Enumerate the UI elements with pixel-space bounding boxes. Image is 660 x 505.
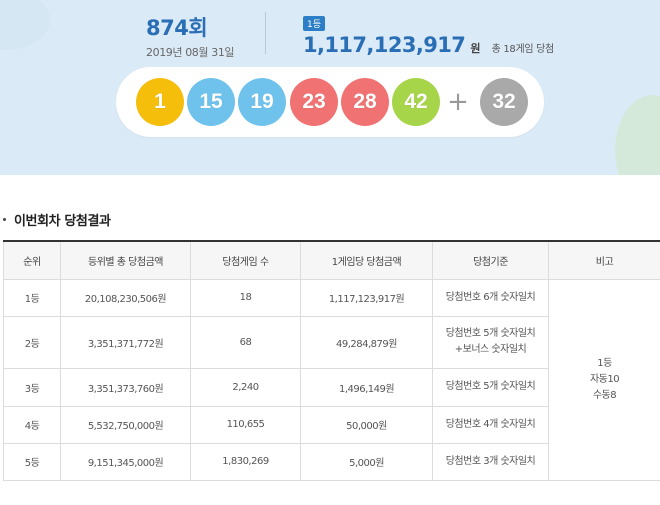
- column-header: 당첨게임 수: [190, 240, 301, 280]
- criteria-cell: 당첨번호 6개 숫자일치: [432, 278, 549, 317]
- first-prize-info: 1등 1,117,123,917 원 총 18게임 당첨: [303, 12, 554, 57]
- draw-number: 874회: [146, 16, 208, 40]
- per-game-prize-cell: 50,000원: [300, 405, 433, 444]
- draw-result-banner: 874회 2019년 08월 31일 1등 1,117,123,917 원 총 …: [0, 0, 660, 175]
- total-prize-cell: 3,351,373,760원: [60, 367, 191, 407]
- plus-icon: +: [447, 87, 469, 117]
- game-count-cell: 2,240: [190, 367, 301, 407]
- per-game-prize-cell: 49,284,879원: [300, 315, 433, 369]
- game-count-cell: 110,655: [190, 405, 301, 444]
- lotto-ball: 1: [136, 78, 184, 126]
- lotto-ball: 15: [187, 78, 235, 126]
- results-table: 순위 등위별 총 당첨금액 당첨게임 수 1게임당 당첨금액 당첨기준 비고 1…: [3, 240, 660, 481]
- column-header: 비고: [548, 240, 660, 280]
- table-header-row: 순위 등위별 총 당첨금액 당첨게임 수 1게임당 당첨금액 당첨기준 비고: [3, 240, 660, 280]
- bonus-ball: 32: [480, 78, 528, 126]
- lotto-ball: 19: [238, 78, 286, 126]
- game-count-cell: 18: [190, 278, 301, 317]
- rank-cell: 3등: [3, 367, 61, 407]
- criteria-cell: 당첨번호 5개 숫자일치 +보너스 숫자일치: [432, 315, 549, 369]
- lotto-ball: 28: [341, 78, 389, 126]
- draw-info: 874회 2019년 08월 31일: [146, 12, 235, 60]
- lotto-ball: 42: [392, 78, 440, 126]
- remarks-cell: 1등 자동10 수동8: [548, 278, 660, 481]
- total-prize-cell: 5,532,750,000원: [60, 405, 191, 444]
- column-header: 1게임당 당첨금액: [300, 240, 433, 280]
- total-prize-cell: 3,351,371,772원: [60, 315, 191, 369]
- per-game-prize-cell: 1,496,149원: [300, 367, 433, 407]
- total-prize-cell: 20,108,230,506원: [60, 278, 191, 317]
- winner-count-note: 총 18게임 당첨: [491, 44, 555, 55]
- first-prize-amount: 1,117,123,917: [303, 33, 466, 57]
- criteria-cell: 당첨번호 3개 숫자일치: [432, 442, 549, 481]
- column-header: 순위: [3, 240, 61, 280]
- currency-unit: 원: [470, 42, 481, 55]
- game-count-cell: 1,830,269: [190, 442, 301, 481]
- criteria-cell: 당첨번호 5개 숫자일치: [432, 367, 549, 407]
- criteria-cell: 당첨번호 4개 숫자일치: [432, 405, 549, 444]
- rank-cell: 4등: [3, 405, 61, 444]
- divider: [265, 12, 266, 54]
- rank-cell: 5등: [3, 442, 61, 481]
- bullet-icon: [3, 218, 6, 221]
- rank-badge: 1등: [303, 16, 326, 31]
- decorative-shape: [615, 95, 660, 175]
- column-header: 등위별 총 당첨금액: [60, 240, 191, 280]
- lotto-ball: 23: [290, 78, 338, 126]
- section-title: 이번회차 당첨결과: [3, 210, 111, 229]
- draw-date: 2019년 08월 31일: [146, 46, 235, 59]
- decorative-shape: [0, 0, 50, 50]
- per-game-prize-cell: 5,000원: [300, 442, 433, 481]
- total-prize-cell: 9,151,345,000원: [60, 442, 191, 481]
- winning-numbers: 1 15 19 23 28 42 + 32: [116, 67, 544, 137]
- game-count-cell: 68: [190, 315, 301, 369]
- rank-cell: 2등: [3, 315, 61, 369]
- per-game-prize-cell: 1,117,123,917원: [300, 278, 433, 317]
- column-header: 당첨기준: [432, 240, 549, 280]
- table-row: 1등 20,108,230,506원 18 1,117,123,917원 당첨번…: [3, 278, 660, 481]
- rank-cell: 1등: [3, 278, 61, 317]
